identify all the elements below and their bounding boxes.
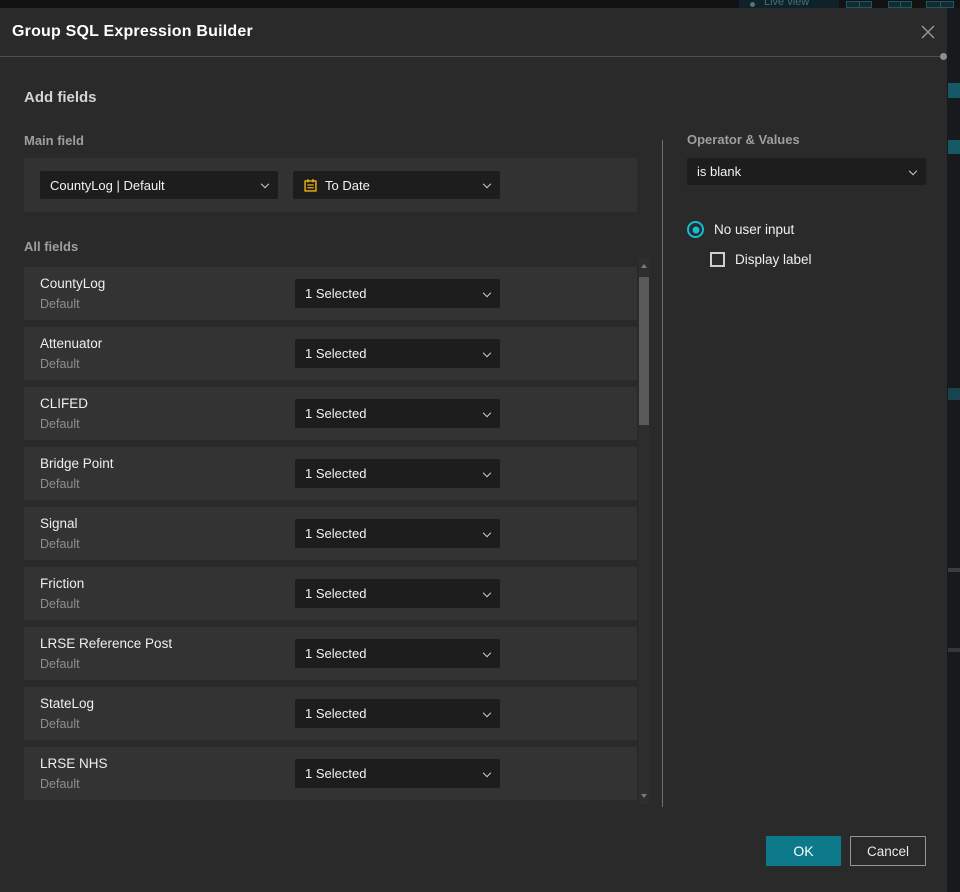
chevron-down-icon	[260, 179, 270, 189]
background-toolbar-button	[888, 1, 912, 8]
background-app-top-strip: Live view	[0, 0, 960, 8]
all-fields-label: All fields	[24, 239, 79, 254]
selection-count: 1 Selected	[305, 586, 367, 601]
add-fields-heading: Add fields	[24, 89, 97, 106]
field-subtitle: Default	[40, 717, 80, 731]
selection-count: 1 Selected	[305, 706, 367, 721]
field-row-countylog: CountyLog Default 1 Selected	[24, 267, 637, 320]
field-selection-dropdown[interactable]: 1 Selected	[295, 339, 500, 368]
no-user-input-radio[interactable]: No user input	[687, 221, 794, 238]
field-name: Attenuator	[40, 336, 103, 351]
chevron-down-icon	[482, 528, 492, 537]
background-fragment	[948, 83, 960, 98]
chevron-down-icon	[482, 768, 492, 777]
ok-button[interactable]: OK	[766, 836, 841, 866]
display-label-checkbox[interactable]: Display label	[710, 252, 812, 267]
live-view-label: Live view	[764, 0, 810, 8]
field-selection-dropdown[interactable]: 1 Selected	[295, 699, 500, 728]
chevron-down-icon	[482, 468, 492, 477]
field-row-lrse-reference-post: LRSE Reference Post Default 1 Selected	[24, 627, 637, 680]
selection-count: 1 Selected	[305, 286, 367, 301]
field-subtitle: Default	[40, 597, 80, 611]
main-field-select-value: CountyLog | Default	[50, 177, 165, 193]
field-row-friction: Friction Default 1 Selected	[24, 567, 637, 620]
background-toolbar-button	[846, 1, 872, 8]
live-view-dot-icon	[750, 2, 755, 7]
chevron-down-icon	[908, 166, 918, 175]
field-subtitle: Default	[40, 657, 80, 671]
field-subtitle: Default	[40, 357, 80, 371]
field-selection-dropdown[interactable]: 1 Selected	[295, 279, 500, 308]
no-user-input-label: No user input	[714, 222, 795, 237]
field-row-signal: Signal Default 1 Selected	[24, 507, 637, 560]
list-scrollbar-thumb[interactable]	[639, 277, 649, 425]
cancel-button[interactable]: Cancel	[850, 836, 926, 866]
main-field-label: Main field	[24, 133, 84, 148]
background-fragment	[948, 568, 960, 572]
selection-count: 1 Selected	[305, 346, 367, 361]
field-name: CountyLog	[40, 276, 106, 291]
main-field-value-select[interactable]: To Date	[293, 171, 500, 199]
chevron-down-icon	[482, 348, 492, 357]
checkbox-unchecked-icon	[710, 252, 725, 267]
field-row-statelog: StateLog Default 1 Selected	[24, 687, 637, 740]
field-subtitle: Default	[40, 477, 80, 491]
field-row-bridge-point: Bridge Point Default 1 Selected	[24, 447, 637, 500]
background-fragment	[948, 140, 960, 154]
field-selection-dropdown[interactable]: 1 Selected	[295, 399, 500, 428]
list-scrollbar-track[interactable]	[639, 258, 649, 804]
field-name: CLIFED	[40, 396, 89, 411]
main-field-panel: CountyLog | Default To Date	[24, 158, 637, 212]
radio-selected-icon	[687, 221, 704, 238]
background-fragment	[948, 648, 960, 652]
background-app-right-strip	[947, 8, 960, 892]
close-icon[interactable]	[917, 21, 939, 43]
operator-select-value: is blank	[697, 164, 742, 179]
field-name: LRSE Reference Post	[40, 636, 173, 651]
operator-values-heading: Operator & Values	[687, 132, 800, 147]
selection-count: 1 Selected	[305, 466, 367, 481]
field-subtitle: Default	[40, 297, 80, 311]
display-label-label: Display label	[735, 252, 812, 267]
group-sql-expression-builder-dialog: Group SQL Expression Builder Add fields …	[0, 8, 947, 892]
field-selection-dropdown[interactable]: 1 Selected	[295, 459, 500, 488]
chevron-down-icon	[482, 588, 492, 597]
header-divider	[0, 56, 947, 57]
dialog-title: Group SQL Expression Builder	[12, 23, 253, 40]
operator-select[interactable]: is blank	[687, 158, 926, 185]
chevron-down-icon	[482, 408, 492, 417]
field-selection-dropdown[interactable]: 1 Selected	[295, 639, 500, 668]
field-subtitle: Default	[40, 537, 80, 551]
field-name: Signal	[40, 516, 78, 531]
selection-count: 1 Selected	[305, 526, 367, 541]
chevron-down-icon	[482, 179, 492, 189]
field-row-lrse-nhs: LRSE NHS Default 1 Selected	[24, 747, 637, 800]
selection-count: 1 Selected	[305, 766, 367, 781]
scroll-up-icon[interactable]	[641, 264, 647, 268]
chevron-down-icon	[482, 288, 492, 297]
background-fragment	[948, 388, 960, 400]
field-row-clifed: CLIFED Default 1 Selected	[24, 387, 637, 440]
calendar-icon	[303, 178, 318, 193]
field-name: Friction	[40, 576, 85, 591]
main-field-select[interactable]: CountyLog | Default	[40, 171, 278, 199]
field-name: Bridge Point	[40, 456, 114, 471]
selection-count: 1 Selected	[305, 406, 367, 421]
divider-end-dot	[940, 53, 947, 60]
field-subtitle: Default	[40, 417, 80, 431]
field-row-attenuator: Attenuator Default 1 Selected	[24, 327, 637, 380]
scroll-down-icon[interactable]	[641, 794, 647, 798]
field-name: StateLog	[40, 696, 95, 711]
main-field-value: To Date	[325, 177, 370, 193]
field-selection-dropdown[interactable]: 1 Selected	[295, 519, 500, 548]
field-name: LRSE NHS	[40, 756, 108, 771]
field-selection-dropdown[interactable]: 1 Selected	[295, 759, 500, 788]
panel-divider	[662, 140, 663, 807]
chevron-down-icon	[482, 648, 492, 657]
field-selection-dropdown[interactable]: 1 Selected	[295, 579, 500, 608]
background-toolbar-button	[926, 1, 954, 8]
field-subtitle: Default	[40, 777, 80, 791]
selection-count: 1 Selected	[305, 646, 367, 661]
chevron-down-icon	[482, 708, 492, 717]
